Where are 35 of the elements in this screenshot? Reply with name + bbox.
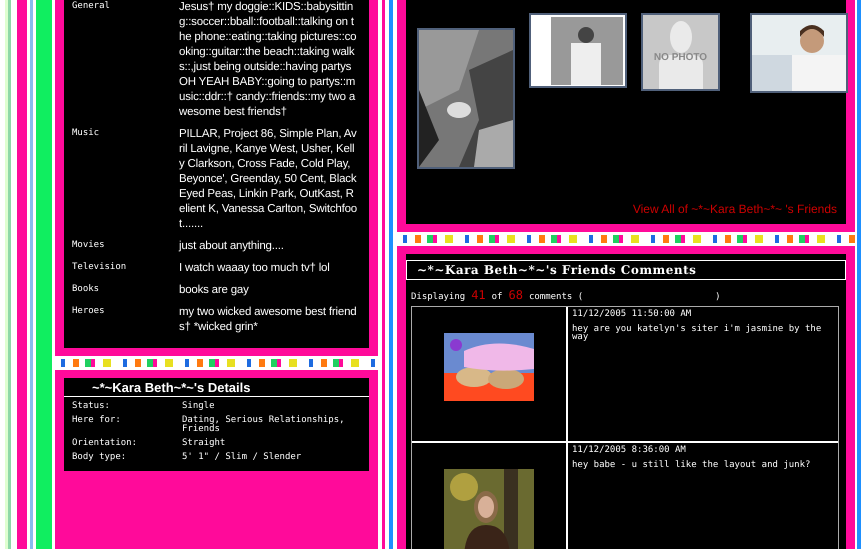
comment-text: hey are you katelyn's siter i'm jasmine by the way: [572, 325, 822, 341]
no-photo-label: NO PHOTO: [652, 52, 708, 63]
paren-label: ): [715, 292, 721, 302]
comments-label: comments (: [528, 292, 584, 302]
detail-value: Single: [182, 402, 216, 411]
interest-label: Movies: [72, 239, 106, 252]
detail-value: Straight: [182, 439, 226, 448]
section-title: ~*~Kara Beth~*~'s Details: [64, 378, 369, 397]
detail-label: Here for:: [72, 416, 122, 427]
interest-value: my two wicked awesome best friends† *wicked grin*: [179, 305, 357, 335]
interest-label: Heroes: [72, 305, 106, 318]
of-label: of: [492, 292, 502, 302]
interest-value: Jesus† my doggie::KIDS::babysitting::soccer::bball::football::talking on the phone::eating::taking pictures::cooking::guitar::the beach::taking walks::,just being outside::having partys OH YEAH BABY::going to partys::music::ddr::† candy::friends::my two awesome best friends†: [179, 0, 357, 120]
comment-total: 68: [508, 288, 523, 302]
detail-value: Dating, Serious Relationships, Friends: [182, 416, 346, 434]
interest-label: General: [72, 0, 111, 13]
detail-label: Orientation:: [72, 439, 138, 448]
comment-count: 41: [471, 288, 486, 302]
comment-date: 11/12/2005 11:50:00 AM: [572, 309, 692, 319]
interest-value: I watch waaay too much tv† lol: [179, 261, 331, 276]
view-all-friends-link[interactable]: View All of ~*~Kara Beth~*~ 's Friends: [632, 202, 837, 216]
interest-label: Television: [72, 261, 128, 274]
interest-label: Music: [72, 127, 100, 140]
displaying-label: Displaying: [411, 292, 466, 302]
interest-label: Books: [72, 283, 100, 296]
interest-value: PILLAR, Project 86, Simple Plan, Avril Lavigne, Kanye West, Usher, Kelly Clarkson, Cross Fade, Cold Play, Beyonce', Greenday, 50 Cent, Black Eyed Peas, Linkin Park, OutKast, Relient K, Vanessa Carlton, Switchfoot.......: [179, 127, 357, 232]
detail-label: Status:: [72, 402, 111, 411]
comment-text: hey babe - u still like the layout and junk?: [572, 461, 812, 469]
detail-value: 5' 1" / Slim / Slender: [182, 453, 302, 462]
interest-value: just about anything....: [179, 239, 285, 254]
detail-label: Body type:: [72, 453, 128, 462]
interest-value: books are gay: [179, 283, 250, 298]
no-photo-placeholder[interactable]: NO PHOTO: [641, 13, 720, 91]
section-title: ~*~Kara Beth~*~'s Friends Comments: [406, 260, 846, 280]
comment-date: 11/12/2005 8:36:00 AM: [572, 445, 687, 455]
